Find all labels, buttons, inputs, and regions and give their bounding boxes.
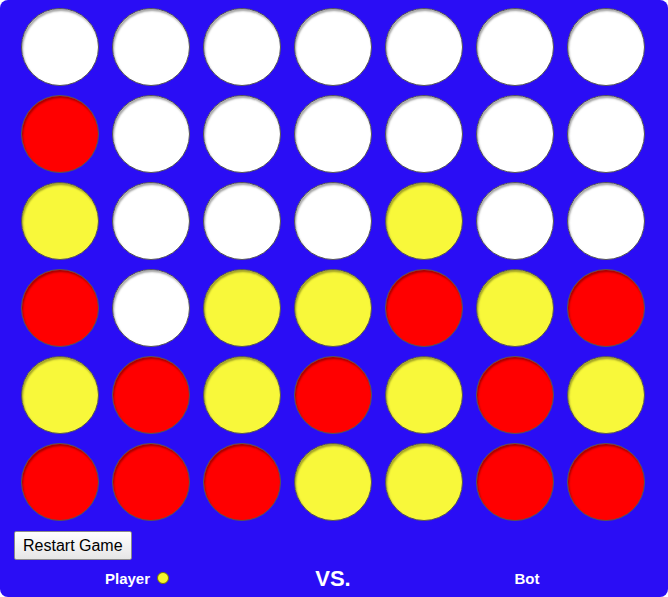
board-slot[interactable] [112,269,190,347]
restart-button[interactable]: Restart Game [14,531,132,560]
board-slot[interactable] [385,356,463,434]
board-slot[interactable] [21,8,99,86]
button-row: Restart Game [0,521,668,560]
board-slot[interactable] [385,443,463,521]
versus-label: VS. [315,562,350,592]
player-name: Player [105,570,150,587]
board-slot[interactable] [294,182,372,260]
board-slot[interactable] [567,182,645,260]
board-slot[interactable] [112,182,190,260]
game-board: Restart Game Player VS. Bot [0,0,668,597]
board-slot[interactable] [567,269,645,347]
players-bar: Player VS. Bot [0,560,668,592]
board-slot[interactable] [476,269,554,347]
player-label: Bot [515,568,540,587]
player-label: Player [105,568,169,587]
board-slot[interactable] [294,269,372,347]
board-slot[interactable] [21,182,99,260]
board-slot[interactable] [385,8,463,86]
board-slot[interactable] [294,356,372,434]
board-slot[interactable] [476,443,554,521]
board-slot[interactable] [203,182,281,260]
board-slot[interactable] [203,269,281,347]
board-slot[interactable] [294,95,372,173]
board-slot[interactable] [294,443,372,521]
board-slot[interactable] [567,443,645,521]
board-slot[interactable] [112,8,190,86]
turn-dot-icon [157,572,169,584]
board-slot[interactable] [21,356,99,434]
board-slot[interactable] [567,8,645,86]
board-slot[interactable] [567,356,645,434]
board-slot[interactable] [476,356,554,434]
board-slot[interactable] [21,269,99,347]
board-grid [0,8,668,521]
board-slot[interactable] [203,356,281,434]
player-name: Bot [515,570,540,587]
board-slot[interactable] [21,443,99,521]
board-slot[interactable] [385,182,463,260]
board-slot[interactable] [476,8,554,86]
board-slot[interactable] [203,443,281,521]
board-slot[interactable] [476,95,554,173]
board-slot[interactable] [112,443,190,521]
board-slot[interactable] [385,95,463,173]
board-slot[interactable] [385,269,463,347]
board-slot[interactable] [476,182,554,260]
board-slot[interactable] [112,356,190,434]
board-slot[interactable] [567,95,645,173]
board-slot[interactable] [112,95,190,173]
board-slot[interactable] [203,8,281,86]
board-slot[interactable] [203,95,281,173]
board-slot[interactable] [294,8,372,86]
board-slot[interactable] [21,95,99,173]
